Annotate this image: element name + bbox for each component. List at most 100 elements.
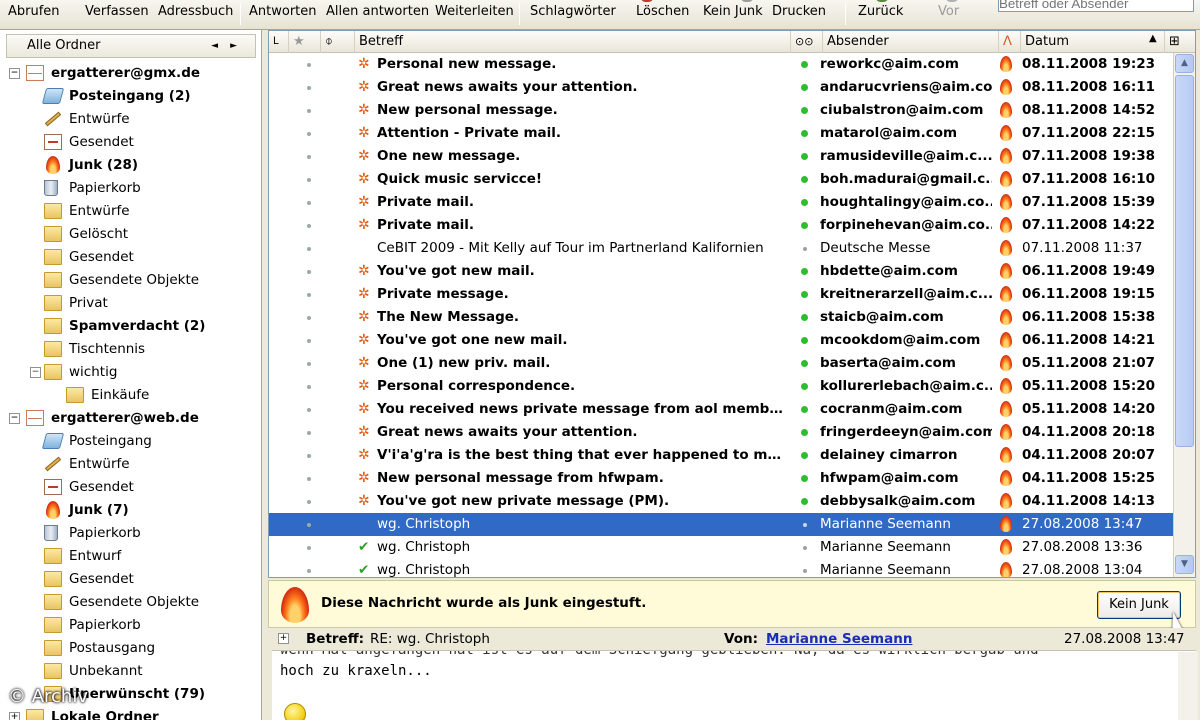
folder-item[interactable]: + Lokale Ordner xyxy=(0,706,260,720)
read-status-icon[interactable] xyxy=(801,337,808,344)
folder-item[interactable]: Gesendet xyxy=(0,568,260,590)
message-row[interactable]: ✔ wg. Christoph Marianne Seemann 27.08.2008… xyxy=(269,536,1173,559)
read-status-icon[interactable] xyxy=(801,268,808,275)
sender-column-header[interactable]: Absender xyxy=(823,31,999,53)
junk-flame-icon[interactable] xyxy=(1000,447,1012,463)
folder-item[interactable]: Entwürfe xyxy=(0,108,260,130)
folder-item[interactable]: Unbekannt xyxy=(0,660,260,682)
forward-button[interactable]: Weiterleiten xyxy=(435,4,514,19)
read-status-icon[interactable] xyxy=(801,130,808,137)
reply-button[interactable]: Antworten xyxy=(249,4,317,19)
date-column-header[interactable]: Datum xyxy=(1021,31,1165,53)
folder-view-selector[interactable]: Alle Ordner ◄► xyxy=(6,34,256,58)
message-row[interactable]: ✲ One new message. ramusideville@aim.c... 0… xyxy=(269,145,1173,168)
junk-flame-icon[interactable] xyxy=(1000,355,1012,371)
read-status-icon[interactable] xyxy=(801,61,808,68)
read-status-icon[interactable] xyxy=(801,199,808,206)
message-row[interactable]: ✲ Great news awaits your attention. fringe… xyxy=(269,421,1173,444)
folder-item[interactable]: Spamverdacht (2) xyxy=(0,315,260,337)
message-row[interactable]: ✲ Private message. kreitnerarzell@aim.c...… xyxy=(269,283,1173,306)
read-status-icon[interactable] xyxy=(801,314,808,321)
read-status-icon[interactable] xyxy=(803,247,807,251)
scroll-up-button[interactable]: ▲ xyxy=(1175,54,1194,73)
read-status-icon[interactable] xyxy=(801,222,808,229)
folder-item[interactable]: Junk (7) xyxy=(0,499,260,521)
message-row[interactable]: ✲ You've got new private message (PM). deb… xyxy=(269,490,1173,513)
folder-item[interactable]: − ergatterer@gmx.de xyxy=(0,62,260,84)
folder-item[interactable]: Entwürfe xyxy=(0,453,260,475)
message-row[interactable]: ✲ New personal message. ciubalstron@aim.co… xyxy=(269,99,1173,122)
attachment-column-header[interactable]: ⌽ xyxy=(321,31,355,53)
folder-view-arrows[interactable]: ◄► xyxy=(211,35,249,57)
get-mail-button[interactable]: Abrufen xyxy=(8,4,60,19)
junk-flame-icon[interactable] xyxy=(1000,79,1012,95)
search-input[interactable] xyxy=(998,0,1194,12)
expand-header-toggle[interactable]: + xyxy=(278,633,289,644)
not-junk-toolbar-button[interactable]: Kein Junk xyxy=(703,4,763,19)
message-list-scrollbar[interactable]: ▲ ▼ xyxy=(1173,53,1195,577)
read-status-icon[interactable] xyxy=(801,153,808,160)
message-row[interactable]: ✲ You've got new mail. hbdette@aim.com 06.1… xyxy=(269,260,1173,283)
junk-flame-icon[interactable] xyxy=(1000,263,1012,279)
message-row[interactable]: ✲ Private mail. houghtalingy@aim.co... 07.1… xyxy=(269,191,1173,214)
junk-flame-icon[interactable] xyxy=(1000,56,1012,72)
junk-column-header[interactable]: ᐱ xyxy=(999,31,1021,53)
folder-item[interactable]: Papierkorb xyxy=(0,614,260,636)
folder-expand-toggle[interactable]: − xyxy=(9,413,20,424)
junk-flame-icon[interactable] xyxy=(1000,171,1012,187)
folder-item[interactable]: Privat xyxy=(0,292,260,314)
message-row[interactable]: ✲ V'i'a'g'ra is the best thing that ever … xyxy=(269,444,1173,467)
folder-item[interactable]: Gesendete Objekte xyxy=(0,591,260,613)
message-row[interactable]: wg. Christoph Marianne Seemann 27.08.2008 … xyxy=(269,513,1173,536)
folder-item[interactable]: Gelöscht xyxy=(0,223,260,245)
read-status-icon[interactable] xyxy=(801,498,808,505)
star-column-header[interactable]: ★ xyxy=(289,31,321,53)
address-book-button[interactable]: Adressbuch xyxy=(158,4,233,19)
read-status-icon[interactable] xyxy=(801,429,808,436)
message-row[interactable]: ✲ One (1) new priv. mail. baserta@aim.com 0… xyxy=(269,352,1173,375)
delete-button[interactable]: Löschen xyxy=(636,4,689,19)
message-row[interactable]: ✲ Attention - Private mail. matarol@aim.co… xyxy=(269,122,1173,145)
read-status-icon[interactable] xyxy=(801,475,808,482)
read-status-icon[interactable] xyxy=(801,452,808,459)
forward-nav-button[interactable]: Vor xyxy=(938,4,959,19)
message-row[interactable]: ✲ Personal correspondence. kollurerlebach@… xyxy=(269,375,1173,398)
read-status-icon[interactable] xyxy=(801,84,808,91)
read-column-header[interactable]: ⊙⊙ xyxy=(791,31,823,53)
read-status-icon[interactable] xyxy=(801,176,808,183)
junk-flame-icon[interactable] xyxy=(1000,493,1012,509)
junk-flame-icon[interactable] xyxy=(1000,148,1012,164)
junk-flame-icon[interactable] xyxy=(1000,217,1012,233)
junk-flame-icon[interactable] xyxy=(1000,309,1012,325)
read-status-icon[interactable] xyxy=(803,523,807,527)
folder-item[interactable]: Posteingang (2) xyxy=(0,85,260,107)
folder-item[interactable]: Einkäufe xyxy=(0,384,260,406)
junk-flame-icon[interactable] xyxy=(1000,516,1012,532)
folder-item[interactable]: Gesendet xyxy=(0,131,260,153)
junk-flame-icon[interactable] xyxy=(1000,562,1012,577)
message-row[interactable]: ✲ Private mail. forpinehevan@aim.co... 07.1… xyxy=(269,214,1173,237)
junk-flame-icon[interactable] xyxy=(1000,286,1012,302)
read-status-icon[interactable] xyxy=(801,360,808,367)
thread-column-header[interactable]: ᒪ xyxy=(269,31,289,53)
folder-expand-toggle[interactable]: − xyxy=(30,367,41,378)
message-row[interactable]: ✲ The New Message. staicb@aim.com 06.11.200… xyxy=(269,306,1173,329)
folder-item[interactable]: − ergatterer@web.de xyxy=(0,407,260,429)
folder-item[interactable]: Gesendet xyxy=(0,476,260,498)
read-status-icon[interactable] xyxy=(801,107,808,114)
sender-link[interactable]: Marianne Seemann xyxy=(766,628,912,650)
read-status-icon[interactable] xyxy=(803,546,807,550)
junk-flame-icon[interactable] xyxy=(1000,424,1012,440)
read-status-icon[interactable] xyxy=(801,291,808,298)
print-button[interactable]: Drucken xyxy=(772,4,826,19)
message-row[interactable]: ✔ wg. Christoph Marianne Seemann 27.08.2008… xyxy=(269,559,1173,577)
reply-all-button[interactable]: Allen antworten xyxy=(326,4,429,19)
junk-flame-icon[interactable] xyxy=(1000,102,1012,118)
folder-item[interactable]: Junk (28) xyxy=(0,154,260,176)
message-row[interactable]: ✲ New personal message from hfwpam. hfwpam… xyxy=(269,467,1173,490)
tags-button[interactable]: Schlagwörter xyxy=(530,4,616,19)
scroll-down-button[interactable]: ▼ xyxy=(1175,555,1194,574)
junk-flame-icon[interactable] xyxy=(1000,470,1012,486)
folder-expand-toggle[interactable]: + xyxy=(9,712,20,720)
compose-button[interactable]: Verfassen xyxy=(85,4,149,19)
